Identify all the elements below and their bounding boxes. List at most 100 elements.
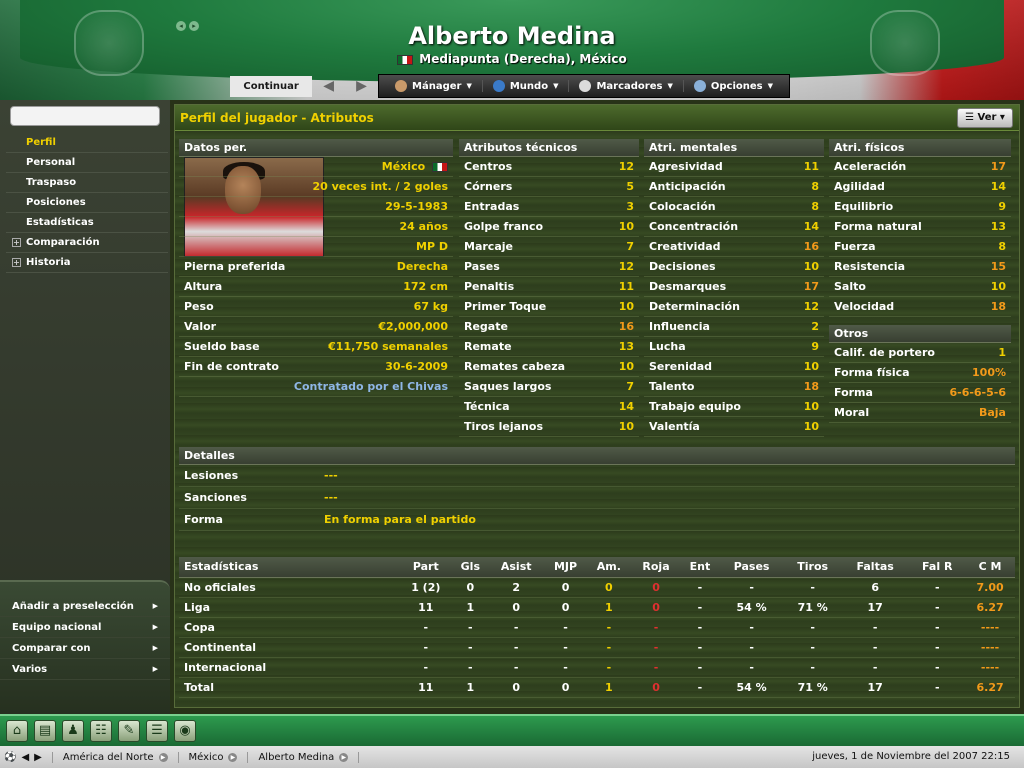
attribute-label: Influencia: [649, 320, 710, 333]
add-to-shortlist-button[interactable]: Añadir a preselección ▶: [0, 596, 170, 617]
attribute-label: Decisiones: [649, 260, 716, 273]
view-button[interactable]: ☰ Ver ▾: [957, 108, 1013, 128]
table-cell: 0: [544, 597, 587, 618]
forward-arrow-icon[interactable]: ▶: [34, 752, 42, 763]
tactics-icon[interactable]: ☷: [90, 720, 112, 742]
birthdate-row: 29-5-1983: [179, 197, 453, 217]
chevron-right-icon: ▶: [152, 623, 158, 631]
back-arrow-icon[interactable]: ◀: [21, 752, 29, 763]
attribute-label: Serenidad: [649, 360, 713, 373]
attribute-value: 9: [811, 340, 819, 353]
menu-mundo[interactable]: Mundo ▼: [483, 80, 570, 92]
stats-title-header[interactable]: Estadísticas: [179, 557, 399, 578]
attribute-row: Salto 10: [829, 277, 1011, 297]
column-header[interactable]: MJP: [544, 557, 587, 578]
table-cell: -: [399, 657, 453, 678]
row-value: €2,000,000: [378, 320, 448, 333]
table-cell: 11: [399, 677, 453, 698]
back-button[interactable]: ◀: [312, 78, 345, 94]
sidebar-item-estadisticas[interactable]: Estadísticas: [6, 213, 168, 233]
technical-list: Centros 12 Córners 5 Entradas 3 Golpe franco 10…: [459, 157, 639, 437]
column-header[interactable]: Ent: [681, 557, 719, 578]
home-icon[interactable]: ⌂: [6, 720, 28, 742]
attribute-row: Forma 6-6-6-5-6: [829, 383, 1011, 403]
club-link[interactable]: Contratado por el Chivas: [294, 377, 448, 397]
table-cell: 0: [631, 597, 681, 618]
menu-opciones[interactable]: Opciones ▼: [684, 80, 783, 92]
menu-manager[interactable]: Mánager ▼: [385, 80, 483, 92]
column-header[interactable]: Tiros: [784, 557, 841, 578]
row-value: En forma para el partido: [324, 513, 476, 526]
chevron-right-icon: ▶: [158, 752, 168, 762]
attribute-row: Anticipación 8: [644, 177, 824, 197]
table-cell: 0: [488, 597, 545, 618]
attribute-value: 11: [618, 280, 634, 293]
clipboard-icon[interactable]: ✎: [118, 720, 140, 742]
forward-button[interactable]: ▶: [345, 78, 378, 94]
attribute-label: Fuerza: [834, 240, 876, 253]
column-header[interactable]: Roja: [631, 557, 681, 578]
misc-button[interactable]: Varios ▶: [0, 659, 170, 680]
sidebar-item-personal[interactable]: Personal: [6, 153, 168, 173]
breadcrumb-player[interactable]: Alberto Medina ▶: [248, 751, 360, 763]
sidebar-item-comparacion[interactable]: + Comparación: [6, 233, 168, 253]
sidebar-item-historia[interactable]: + Historia: [6, 253, 168, 273]
row-label: Valor: [184, 320, 217, 333]
team-icon[interactable]: ♟: [62, 720, 84, 742]
table-cell: -: [544, 617, 587, 638]
compare-with-button[interactable]: Comparar con ▶: [0, 638, 170, 659]
attribute-row: Remate 13: [459, 337, 639, 357]
expand-icon[interactable]: +: [12, 258, 21, 267]
column-header[interactable]: Gls: [452, 557, 489, 578]
row-label: Lesiones: [184, 469, 239, 482]
search-input[interactable]: [10, 106, 160, 126]
attribute-value: 18: [990, 300, 1006, 313]
action-label: Varios: [12, 664, 48, 675]
section-header: Atri. mentales: [644, 139, 824, 157]
detail-row: Sanciones ---: [179, 487, 1015, 509]
attribute-label: Agresividad: [649, 160, 723, 173]
column-header[interactable]: Asist: [488, 557, 545, 578]
notebook-icon[interactable]: ▤: [34, 720, 56, 742]
breadcrumb-country[interactable]: México ▶: [179, 751, 249, 763]
table-cell: 0: [631, 577, 681, 598]
attribute-value: 12: [618, 260, 634, 273]
attribute-label: Lucha: [649, 340, 686, 353]
menu-marcadores[interactable]: Marcadores ▼: [569, 80, 684, 92]
attribute-label: Pases: [464, 260, 500, 273]
table-cell: -: [488, 617, 545, 638]
attribute-label: Moral: [834, 406, 870, 419]
section-header: Atri. físicos: [829, 139, 1011, 157]
row-label: Forma: [184, 513, 223, 526]
sidebar-item-label: Historia: [26, 257, 71, 268]
attribute-label: Córners: [464, 180, 513, 193]
table-cell: -: [544, 657, 587, 678]
chevron-down-icon: ▼: [767, 82, 773, 90]
national-team-button[interactable]: Equipo nacional ▶: [0, 617, 170, 638]
column-header[interactable]: Pases: [718, 557, 785, 578]
globe-icon[interactable]: ◉: [174, 720, 196, 742]
detail-row: Forma En forma para el partido: [179, 509, 1015, 531]
attribute-value: 14: [990, 180, 1006, 193]
table-cell: 71 %: [784, 597, 841, 618]
column-header[interactable]: Am.: [586, 557, 632, 578]
sidebar-item-traspaso[interactable]: Traspaso: [6, 173, 168, 193]
attribute-label: Trabajo equipo: [649, 400, 741, 413]
breadcrumb-region[interactable]: América del Norte ▶: [53, 751, 179, 763]
expand-icon[interactable]: +: [12, 238, 21, 247]
continue-button[interactable]: Continuar: [230, 75, 313, 97]
sidebar-item-posiciones[interactable]: Posiciones: [6, 193, 168, 213]
attribute-row: Primer Toque 10: [459, 297, 639, 317]
column-header[interactable]: C M: [965, 557, 1015, 578]
table-cell: 0: [452, 577, 489, 598]
report-icon[interactable]: ☰: [146, 720, 168, 742]
chevron-right-icon: ▶: [228, 752, 238, 762]
column-header[interactable]: Fal R: [909, 557, 966, 578]
attribute-label: Desmarques: [649, 280, 727, 293]
table-cell: 7.00: [965, 577, 1015, 598]
attribute-row: Resistencia 15: [829, 257, 1011, 277]
column-header[interactable]: Part: [399, 557, 453, 578]
sidebar-item-perfil[interactable]: Perfil: [6, 133, 168, 153]
column-header[interactable]: Faltas: [840, 557, 910, 578]
attribute-row: Golpe franco 10: [459, 217, 639, 237]
